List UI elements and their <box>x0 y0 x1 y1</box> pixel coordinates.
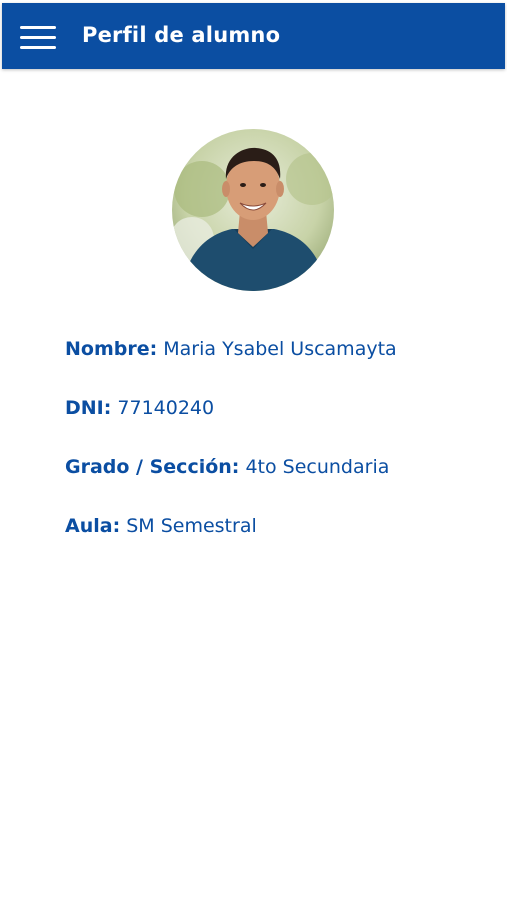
field-label: Nombre: <box>65 338 158 360</box>
field-label: DNI: <box>65 397 112 419</box>
field-label: Aula: <box>65 515 121 537</box>
student-avatar <box>172 129 334 291</box>
field-value: 77140240 <box>117 397 215 419</box>
field-label: Grado / Sección: <box>65 456 240 478</box>
student-info: Nombre: Maria Ysabel Uscamayta DNI: 7714… <box>65 336 397 572</box>
field-value: 4to Secundaria <box>245 456 390 478</box>
field-grado-seccion: Grado / Sección: 4to Secundaria <box>65 454 397 513</box>
app-bar: Perfil de alumno <box>2 3 505 69</box>
student-profile-screen: Perfil de alumno Nombre: Maria Ysabel Us… <box>0 0 507 900</box>
avatar-photo <box>172 129 334 291</box>
page-title: Perfil de alumno <box>82 23 281 47</box>
field-aula: Aula: SM Semestral <box>65 513 397 572</box>
field-value: SM Semestral <box>126 515 257 537</box>
field-nombre: Nombre: Maria Ysabel Uscamayta <box>65 336 397 395</box>
field-value: Maria Ysabel Uscamayta <box>163 338 397 360</box>
field-dni: DNI: 77140240 <box>65 395 397 454</box>
menu-button[interactable] <box>16 19 60 55</box>
